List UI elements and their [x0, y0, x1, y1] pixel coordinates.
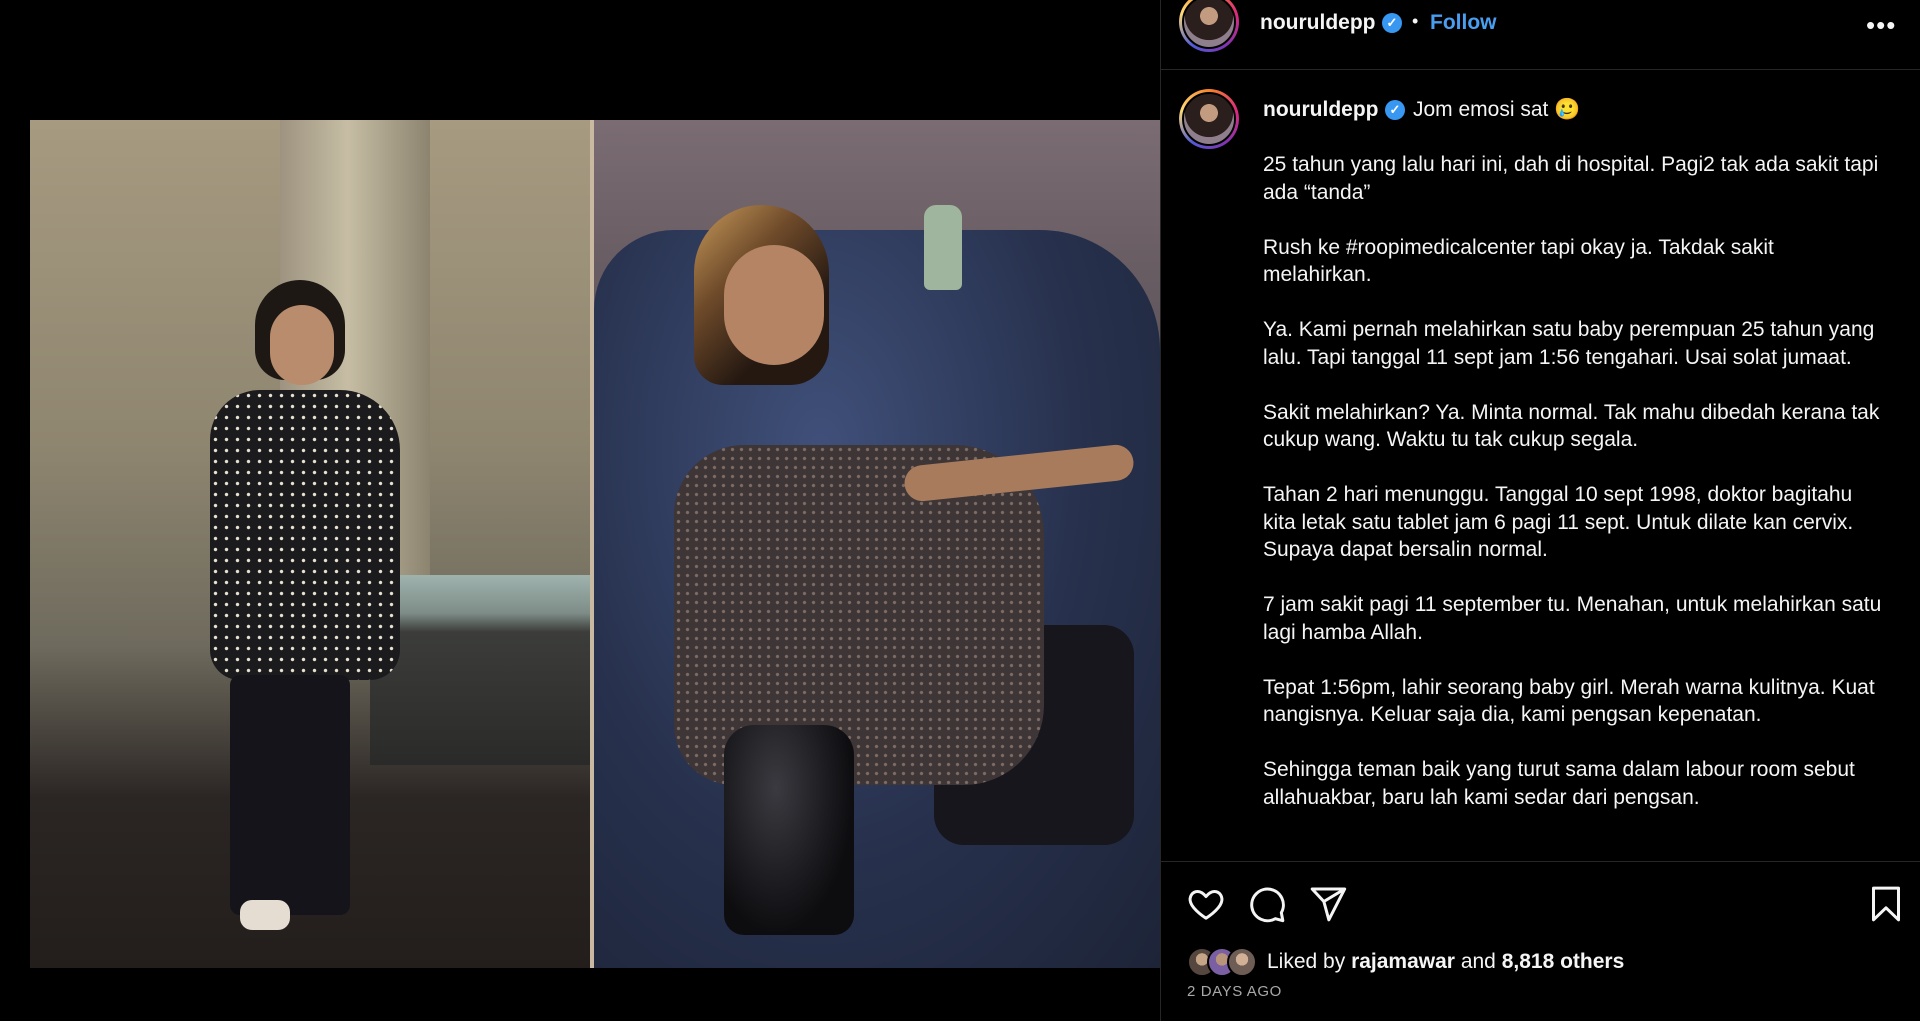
verified-icon: ✓: [1385, 100, 1405, 120]
header-username[interactable]: nouruldepp: [1260, 11, 1375, 35]
caption-paragraph: 25 tahun yang lalu hari ini, dah di hosp…: [1263, 153, 1879, 204]
caption-paragraph: Rush ke #roopimedicalcenter tapi okay ja…: [1263, 235, 1774, 287]
caption-paragraph: Sakit melahirkan? Ya. Minta normal. Tak …: [1263, 400, 1880, 452]
liker-username[interactable]: rajamawar: [1351, 950, 1455, 973]
header-separator: •: [1412, 11, 1419, 31]
caption-lead: Jom emosi sat 🥲: [1413, 98, 1581, 121]
likes-conjunction: and: [1460, 950, 1496, 973]
photo-print-left: [30, 120, 590, 968]
follow-button[interactable]: Follow: [1430, 11, 1497, 35]
caption-area: nouruldepp ✓ Jom emosi sat 🥲 25 tahun ya…: [1161, 71, 1920, 861]
more-horizontal-icon[interactable]: •••: [1866, 10, 1896, 41]
caption-avatar[interactable]: [1179, 89, 1239, 149]
caption-body: 25 tahun yang lalu hari ini, dah di hosp…: [1263, 151, 1888, 839]
header-avatar[interactable]: [1179, 0, 1239, 52]
paper-plane-icon[interactable]: [1308, 884, 1348, 924]
post-media[interactable]: [0, 0, 1160, 1021]
caption-username[interactable]: nouruldepp: [1263, 98, 1378, 122]
caption-paragraph: Ya. Kami pernah melahirkan satu baby per…: [1263, 318, 1875, 369]
liker-avatar: [1227, 947, 1257, 977]
verified-icon: ✓: [1382, 13, 1402, 33]
standing-woman-figure: [200, 280, 430, 940]
caption-paragraph: Sehingga teman baik yang turut sama dala…: [1263, 758, 1855, 809]
bookmark-icon[interactable]: [1866, 884, 1906, 924]
likes-count[interactable]: 8,818 others: [1502, 950, 1625, 973]
handbag: [724, 725, 854, 935]
seated-woman-figure: [674, 205, 1136, 935]
likes-summary: Liked by rajamawar and 8,818 others: [1267, 950, 1624, 974]
liked-by-row[interactable]: Liked by rajamawar and 8,818 others: [1187, 945, 1624, 979]
likes-prefix: Liked by: [1267, 950, 1346, 973]
caption-paragraph: Tepat 1:56pm, lahir seorang baby girl. M…: [1263, 675, 1875, 727]
post-sidebar: nouruldepp ✓ • Follow ••• nouruldepp ✓ J…: [1160, 0, 1920, 1021]
comment-icon[interactable]: [1247, 884, 1287, 924]
post-photo[interactable]: [30, 120, 1160, 968]
caption-paragraph: Tahan 2 hari menunggu. Tanggal 10 sept 1…: [1263, 483, 1854, 561]
post-header: nouruldepp ✓ • Follow •••: [1161, 0, 1920, 70]
action-bar: Liked by rajamawar and 8,818 others 2 DA…: [1161, 861, 1920, 1021]
photo-print-right: [594, 120, 1160, 968]
caption-paragraph: 7 jam sakit pagi 11 september tu. Menaha…: [1263, 593, 1882, 644]
post-date[interactable]: 2 DAYS AGO: [1187, 983, 1282, 1000]
heart-icon[interactable]: [1186, 884, 1226, 924]
